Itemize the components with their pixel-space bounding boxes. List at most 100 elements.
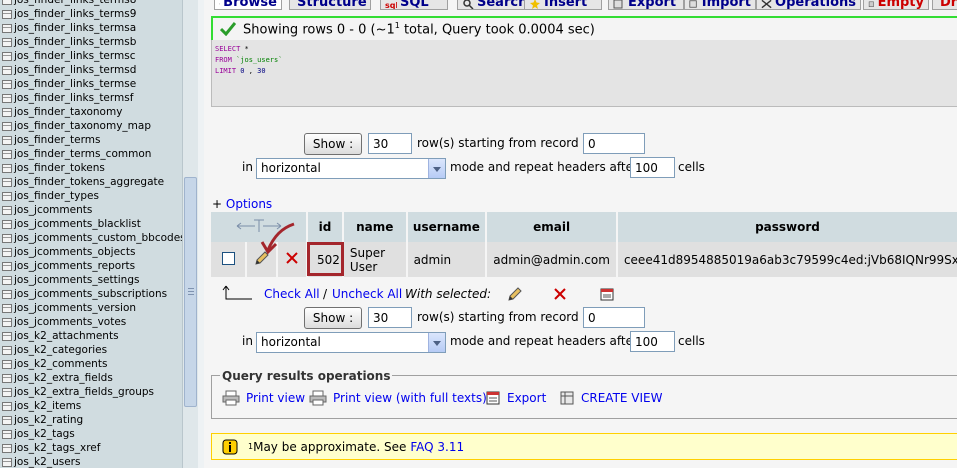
sidebar-table-item[interactable]: jos_finder_links_termsb (0, 35, 182, 49)
sidebar-table-link[interactable]: jos_k2_extra_fields_groups (14, 385, 154, 399)
sidebar-table-item[interactable]: jos_jcomments_reports (0, 259, 182, 273)
sidebar-table-item[interactable]: jos_k2_extra_fields (0, 371, 182, 385)
table-browse-icon[interactable] (0, 203, 14, 217)
table-browse-icon[interactable] (0, 413, 14, 427)
sidebar-table-link[interactable]: jos_finder_taxonomy_map (14, 119, 151, 133)
rows-count-input-bottom[interactable] (368, 307, 412, 328)
table-browse-icon[interactable] (0, 91, 14, 105)
table-browse-icon[interactable] (0, 63, 14, 77)
sidebar-table-item[interactable]: jos_jcomments_votes (0, 315, 182, 329)
sidebar-table-link[interactable]: jos_finder_links_terms8 (14, 0, 136, 7)
table-browse-icon[interactable] (0, 133, 14, 147)
sidebar-table-link[interactable]: jos_jcomments_subscriptions (14, 287, 167, 301)
sidebar-table-link[interactable]: jos_jcomments_settings (14, 273, 139, 287)
table-browse-icon[interactable] (0, 105, 14, 119)
rows-count-input[interactable] (368, 133, 412, 154)
options-toggle[interactable]: + Options (212, 197, 272, 211)
sidebar-table-link[interactable]: jos_finder_links_termsb (14, 35, 136, 49)
table-browse-icon[interactable] (0, 357, 14, 371)
print-view-full-link[interactable]: Print view (with full texts) (309, 390, 487, 406)
sidebar-table-item[interactable]: jos_k2_attachments (0, 329, 182, 343)
sidebar-table-link[interactable]: jos_k2_attachments (14, 329, 119, 343)
sidebar-table-link[interactable]: jos_finder_tokens_aggregate (14, 175, 164, 189)
sidebar-table-link[interactable]: jos_jcomments (14, 203, 92, 217)
display-mode-select[interactable]: horizontal (256, 158, 446, 179)
sidebar-table-link[interactable]: jos_finder_links_termsc (14, 49, 136, 63)
sidebar-table-item[interactable]: jos_finder_links_termse (0, 77, 182, 91)
table-browse-icon[interactable] (0, 371, 14, 385)
sidebar-table-link[interactable]: jos_finder_links_termsa (14, 21, 136, 35)
column-resize-header[interactable] (211, 212, 309, 242)
sidebar-table-item[interactable]: jos_finder_links_termsc (0, 49, 182, 63)
sidebar-table-item[interactable]: jos_jcomments_version (0, 301, 182, 315)
table-browse-icon[interactable] (0, 147, 14, 161)
tab-structure[interactable]: Structure (289, 0, 371, 10)
sidebar-table-item[interactable]: jos_finder_terms (0, 133, 182, 147)
table-browse-icon[interactable] (0, 35, 14, 49)
sidebar-table-item[interactable]: jos_jcomments_objects (0, 245, 182, 259)
sidebar-table-link[interactable]: jos_jcomments_version (14, 301, 136, 315)
pencil-edit-icon[interactable] (254, 250, 270, 266)
column-header-password[interactable]: password (616, 212, 957, 242)
sidebar-table-link[interactable]: jos_finder_terms_common (14, 147, 151, 161)
table-browse-icon[interactable] (0, 343, 14, 357)
sidebar-table-item[interactable]: jos_finder_types (0, 189, 182, 203)
sidebar-table-link[interactable]: jos_jcomments_objects (14, 245, 135, 259)
table-browse-icon[interactable] (0, 77, 14, 91)
delete-x-icon[interactable] (285, 251, 299, 265)
faq-link[interactable]: FAQ 3.11 (410, 440, 464, 454)
sidebar-table-link[interactable]: jos_finder_links_termse (14, 77, 136, 91)
show-button[interactable]: Show : (304, 133, 362, 155)
sidebar-scrollbar[interactable] (182, 0, 198, 468)
show-button-bottom[interactable]: Show : (304, 307, 362, 329)
tab-operations[interactable]: Operations (756, 0, 861, 10)
sidebar-table-link[interactable]: jos_finder_links_termsd (14, 63, 136, 77)
sidebar-scroll-thumb[interactable] (184, 177, 197, 407)
table-browse-icon[interactable] (0, 119, 14, 133)
sidebar-table-link[interactable]: jos_k2_rating (14, 413, 83, 427)
sidebar-table-item[interactable]: jos_finder_links_termsf (0, 91, 182, 105)
tab-empty[interactable]: Empty (863, 0, 929, 10)
sidebar-table-item[interactable]: jos_jcomments (0, 203, 182, 217)
table-browse-icon[interactable] (0, 441, 14, 455)
tab-sql[interactable]: sql SQL (380, 0, 448, 10)
sidebar-table-item[interactable]: jos_finder_links_termsa (0, 21, 182, 35)
create-view-link[interactable]: CREATE VIEW (559, 390, 663, 406)
tab-browse[interactable]: Browse (214, 0, 282, 10)
table-browse-icon[interactable] (0, 399, 14, 413)
table-browse-icon[interactable] (0, 301, 14, 315)
table-browse-icon[interactable] (0, 175, 14, 189)
check-all-link[interactable]: Check All (264, 287, 320, 301)
column-header-id[interactable]: id (307, 212, 344, 242)
repeat-headers-input[interactable] (630, 157, 675, 178)
table-browse-icon[interactable] (0, 315, 14, 329)
sidebar-table-link[interactable]: jos_jcomments_votes (14, 315, 126, 329)
options-link[interactable]: Options (226, 197, 272, 211)
sidebar-table-item[interactable]: jos_finder_tokens_aggregate (0, 175, 182, 189)
sidebar-table-link[interactable]: jos_finder_tokens (14, 161, 105, 175)
sidebar-table-item[interactable]: jos_jcomments_custom_bbcodes (0, 231, 186, 245)
column-header-email[interactable]: email (486, 212, 618, 242)
table-browse-icon[interactable] (0, 161, 14, 175)
sidebar-table-item[interactable]: jos_k2_tags_xref (0, 441, 182, 455)
sidebar-table-link[interactable]: jos_finder_taxonomy (14, 105, 122, 119)
sidebar-table-item[interactable]: jos_k2_extra_fields_groups (0, 385, 182, 399)
sidebar-table-item[interactable]: jos_k2_categories (0, 343, 182, 357)
sidebar-table-item[interactable]: jos_finder_links_termsd (0, 63, 182, 77)
column-header-name[interactable]: name (342, 212, 408, 242)
sidebar-table-link[interactable]: jos_k2_users (14, 455, 80, 468)
sidebar-table-item[interactable]: jos_finder_links_terms8 (0, 0, 182, 7)
sidebar-table-link[interactable]: jos_finder_terms (14, 133, 100, 147)
sidebar-table-item[interactable]: jos_finder_tokens (0, 161, 182, 175)
table-browse-icon[interactable] (0, 0, 14, 7)
sidebar-table-item[interactable]: jos_k2_rating (0, 413, 182, 427)
display-mode-select-bottom[interactable]: horizontal (256, 332, 446, 353)
table-browse-icon[interactable] (0, 273, 14, 287)
sidebar-table-item[interactable]: jos_k2_items (0, 399, 182, 413)
column-header-username[interactable]: username (406, 212, 488, 242)
table-browse-icon[interactable] (0, 189, 14, 203)
table-browse-icon[interactable] (0, 217, 14, 231)
sidebar-table-link[interactable]: jos_jcomments_blacklist (14, 217, 141, 231)
sidebar-table-item[interactable]: jos_k2_tags (0, 427, 182, 441)
tab-import[interactable]: Import (684, 0, 756, 10)
